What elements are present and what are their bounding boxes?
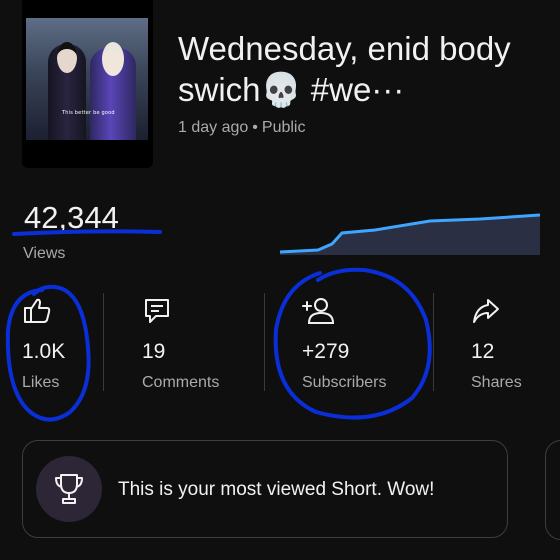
views-label: Views: [23, 245, 66, 262]
comment-icon: [142, 296, 219, 326]
video-visibility: Public: [261, 119, 306, 136]
share-icon: [471, 296, 522, 326]
likes-count: 1.0K: [22, 340, 66, 363]
video-age: 1 day ago: [178, 119, 249, 136]
thumbnail-caption: This better be good: [62, 110, 115, 116]
likes-label: Likes: [22, 374, 60, 391]
person-add-icon: [302, 296, 386, 326]
thumbnail-figure: [90, 42, 136, 140]
thumbs-up-icon: [22, 296, 65, 326]
video-title: Wednesday, enid body swich💀 #we···: [178, 30, 511, 108]
shares-count: 12: [471, 340, 495, 363]
video-thumbnail[interactable]: This better be good: [22, 0, 153, 168]
stat-divider: [264, 293, 265, 391]
meta-separator: •: [252, 119, 258, 136]
thumbnail-figure: [48, 42, 86, 140]
next-card-edge[interactable]: [545, 440, 560, 540]
stat-divider: [433, 293, 434, 391]
views-count: 42,344: [24, 200, 119, 235]
views-trend-chart: [280, 213, 540, 255]
subscribers-count: +279: [302, 340, 350, 363]
comments-label: Comments: [142, 374, 220, 391]
stat-subscribers[interactable]: +279 Subscribers: [302, 296, 386, 392]
stat-divider: [103, 293, 104, 391]
trophy-icon: [36, 456, 102, 522]
stat-shares[interactable]: 12 Shares: [471, 296, 522, 392]
comments-count: 19: [142, 340, 166, 363]
milestone-card[interactable]: This is your most viewed Short. Wow!: [22, 440, 508, 538]
video-meta: 1 day ago • Public: [178, 119, 305, 137]
subscribers-label: Subscribers: [302, 374, 387, 391]
stat-comments[interactable]: 19 Comments: [142, 296, 219, 392]
thumbnail-image: This better be good: [26, 18, 148, 140]
milestone-text: This is your most viewed Short. Wow!: [118, 479, 435, 500]
shares-label: Shares: [471, 374, 522, 391]
stat-likes[interactable]: 1.0K Likes: [22, 296, 65, 392]
